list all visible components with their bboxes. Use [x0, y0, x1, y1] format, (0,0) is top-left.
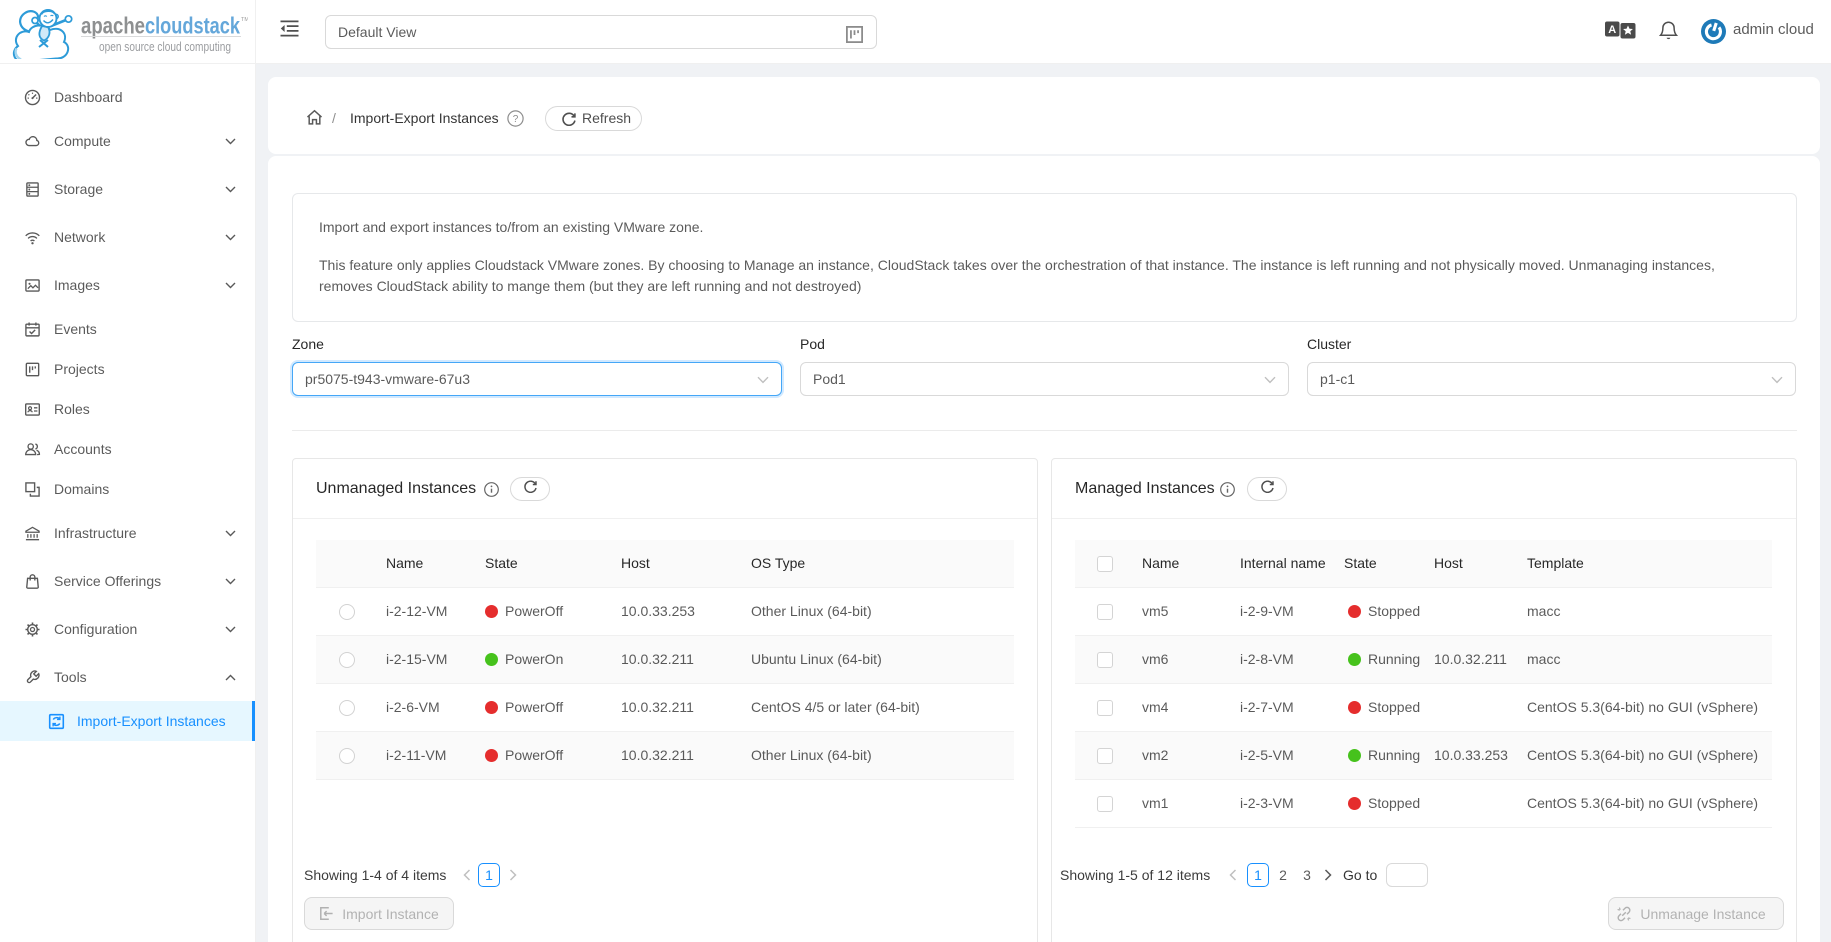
- svg-text:apache: apache: [81, 13, 145, 39]
- svg-text:A: A: [1608, 24, 1616, 36]
- svg-text:?: ?: [513, 114, 519, 125]
- svg-text:cloudstack: cloudstack: [145, 13, 240, 39]
- svg-text:open source cloud computing: open source cloud computing: [99, 39, 231, 54]
- svg-text:TM: TM: [241, 17, 248, 23]
